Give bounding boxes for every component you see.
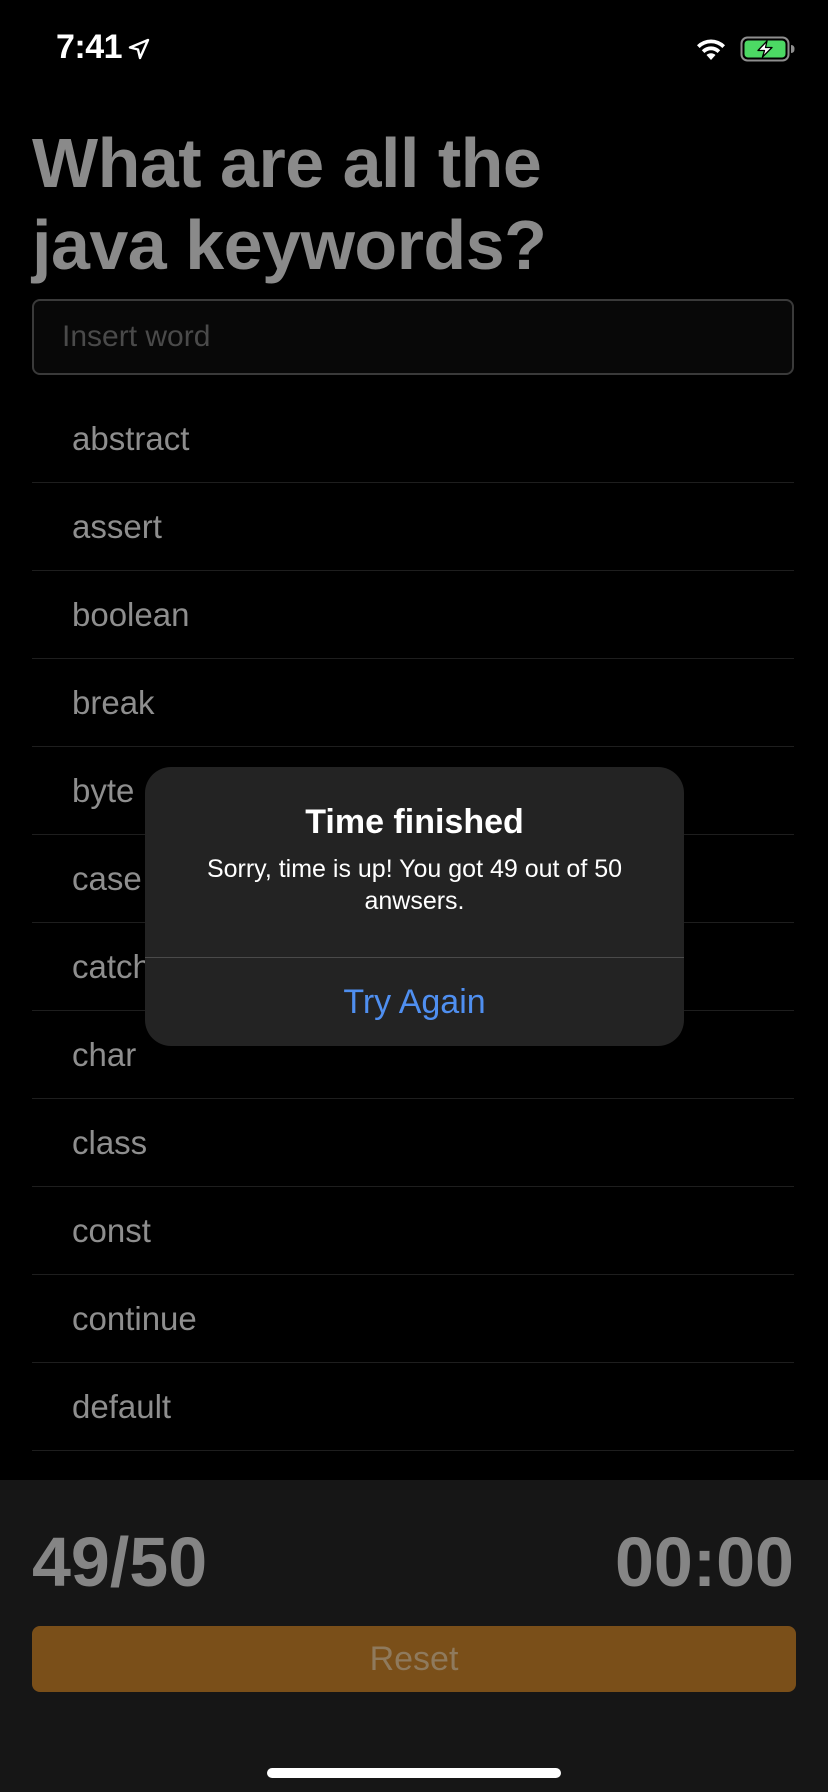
time-finished-alert: Time finished Sorry, time is up! You got… bbox=[145, 767, 684, 1046]
status-time: 7:41 bbox=[56, 28, 123, 66]
keyword-item: boolean bbox=[32, 571, 794, 659]
reset-button[interactable]: Reset bbox=[32, 1626, 796, 1692]
alert-message: Sorry, time is up! You got 49 out of 50 … bbox=[206, 855, 623, 915]
alert-title: Time finished bbox=[305, 803, 524, 841]
home-indicator[interactable] bbox=[267, 1768, 561, 1778]
word-input[interactable] bbox=[32, 299, 794, 375]
keyword-item: class bbox=[32, 1099, 794, 1187]
keyword-item: assert bbox=[32, 483, 794, 571]
status-bar: 7:41 bbox=[0, 0, 828, 100]
keyword-item: const bbox=[32, 1187, 794, 1275]
keyword-item: default bbox=[32, 1363, 794, 1451]
countdown-timer: 00:00 bbox=[614, 1523, 794, 1601]
try-again-button[interactable]: Try Again bbox=[145, 958, 684, 1046]
bottom-panel: 49/50 00:00 Reset bbox=[0, 1480, 828, 1792]
keyword-item: break bbox=[32, 659, 794, 747]
page-title: What are all the java keywords? bbox=[32, 124, 547, 284]
location-arrow-icon bbox=[128, 38, 150, 60]
keyword-item: abstract bbox=[32, 395, 794, 483]
score-counter: 49/50 bbox=[32, 1523, 208, 1601]
wifi-icon bbox=[697, 39, 725, 60]
keyword-item: continue bbox=[32, 1275, 794, 1363]
app-screen: 7:41 What are all the java keywords? abs… bbox=[0, 0, 828, 1792]
battery-charging-icon bbox=[740, 36, 795, 62]
